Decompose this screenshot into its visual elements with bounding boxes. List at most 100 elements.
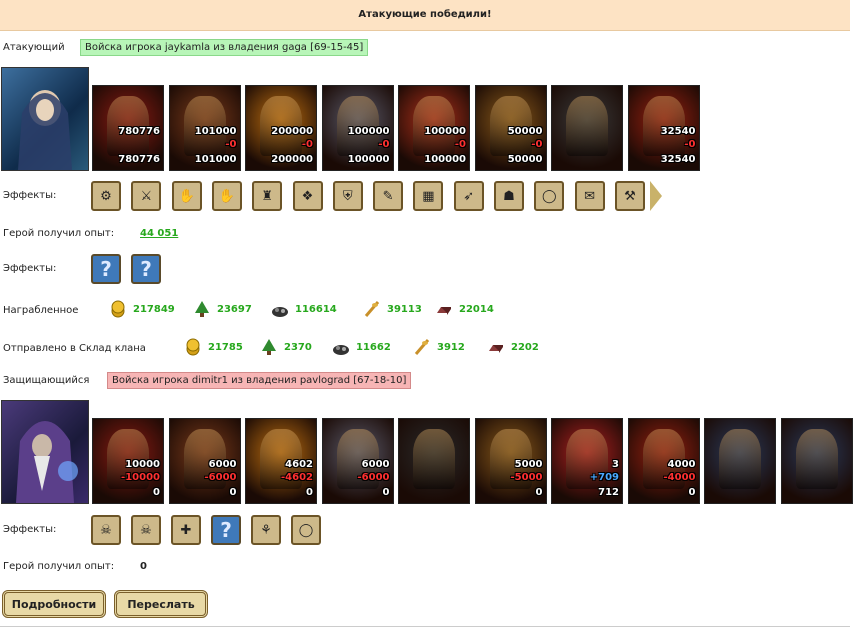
effect-icon[interactable]: ✋ — [211, 181, 242, 211]
effect-icon[interactable]: ⚔ — [131, 181, 162, 211]
details-button[interactable]: Подробности — [2, 590, 106, 618]
unit-slot[interactable]: 100000 -0 100000 — [398, 85, 470, 171]
unit-count-n1: 50000 — [507, 126, 543, 137]
effect-icon[interactable]: ▦ — [413, 181, 444, 211]
effect-icon[interactable]: ♜ — [252, 181, 283, 211]
resource-amount: 3912 — [413, 338, 465, 356]
defender-hero-portrait[interactable] — [1, 400, 89, 504]
effect-icon[interactable]: ✚ — [171, 515, 201, 545]
unit-count-n1: 3 — [612, 459, 619, 470]
unit-slot[interactable] — [398, 418, 470, 504]
unit-slot[interactable]: 6000 -6000 0 — [168, 418, 241, 504]
unit-slot[interactable]: 101000 -0 101000 — [168, 85, 241, 171]
unit-count-n1: 32540 — [660, 126, 696, 137]
unknown-effect-icon[interactable]: ? — [91, 254, 121, 284]
unit-count-n3: 780776 — [118, 154, 160, 165]
resource-value: 21785 — [208, 341, 243, 353]
resource-amount: 39113 — [363, 300, 422, 318]
defender-xp-label: Герой получил опыт: — [3, 561, 115, 572]
unit-count-n2: -0 — [301, 139, 313, 150]
divider — [0, 626, 850, 627]
effect-icon[interactable]: ✎ — [373, 181, 404, 211]
resource-amount: 2370 — [260, 338, 312, 356]
unit-count-n1: 5000 — [514, 459, 543, 470]
iron-ingot-icon — [437, 307, 451, 315]
resource-value: 39113 — [387, 303, 422, 315]
effect-icon[interactable]: ⚙ — [91, 181, 121, 211]
attacker-effects2-label: Эффекты: — [3, 263, 57, 274]
effect-icon[interactable]: ☗ — [494, 181, 524, 211]
unknown-effect-icon[interactable]: ? — [211, 515, 241, 545]
resource-amount: 23697 — [193, 300, 252, 318]
effect-icon[interactable]: ⚒ — [614, 181, 645, 211]
unit-count-n1: 4000 — [667, 459, 696, 470]
unit-slot[interactable]: 6000 -6000 0 — [321, 418, 394, 504]
gold-coins-icon — [186, 338, 200, 356]
effect-icon[interactable]: ☠ — [91, 515, 121, 545]
effect-icon[interactable]: ➶ — [453, 181, 484, 211]
unit-count-n2: -0 — [225, 139, 237, 150]
loot-label: Награбленное — [3, 305, 79, 316]
unit-count-n3: 0 — [153, 487, 160, 498]
effect-icon[interactable]: ✉ — [574, 181, 605, 211]
unknown-effect-icon[interactable]: ? — [131, 254, 161, 284]
effect-icon[interactable]: ☠ — [131, 515, 161, 545]
unit-slot[interactable]: 50000 -0 50000 — [474, 85, 547, 171]
unit-slot[interactable]: 3 +709 712 — [551, 418, 623, 504]
resource-value: 23697 — [217, 303, 252, 315]
unit-count-n1: 101000 — [194, 126, 237, 137]
unit-count-n3: 0 — [688, 487, 696, 498]
resource-value: 11662 — [356, 341, 391, 353]
resource-amount: 22014 — [435, 300, 494, 318]
defender-tag: Войска игрока dimitr1 из владения pavlog… — [107, 372, 412, 389]
effect-icon[interactable]: ◯ — [291, 515, 321, 545]
unit-count-n1: 6000 — [361, 459, 390, 470]
unit-count-n2: -0 — [454, 139, 466, 150]
unit-count-n3: 712 — [598, 487, 619, 498]
unit-count-n3: 0 — [306, 487, 313, 498]
effect-icon[interactable]: ⚘ — [251, 515, 281, 545]
iron-ingot-icon — [489, 345, 503, 353]
forward-button[interactable]: Переслать — [114, 590, 208, 618]
creature-icon — [719, 429, 761, 489]
attacker-hero-portrait[interactable] — [1, 67, 89, 171]
resource-value: 217849 — [133, 303, 175, 315]
creature-icon — [795, 429, 838, 489]
unit-slot[interactable]: 4000 -4000 0 — [627, 418, 700, 504]
effects-scroll-arrow-icon[interactable] — [650, 181, 662, 211]
battle-result-banner: Атакующие победили! — [0, 0, 850, 31]
resource-value: 3912 — [437, 341, 465, 353]
unit-count-n3: 32540 — [660, 154, 696, 165]
unit-count-n3: 200000 — [271, 154, 313, 165]
unit-slot[interactable]: 32540 -0 32540 — [627, 85, 700, 171]
unit-slot[interactable]: 100000 -0 100000 — [321, 85, 394, 171]
attacker-label: Атакующий — [3, 42, 65, 53]
unit-slot[interactable]: 200000 -0 200000 — [245, 85, 317, 171]
resource-amount: 217849 — [109, 300, 175, 318]
unit-slot[interactable]: 10000 -10000 0 — [92, 418, 164, 504]
unit-count-n1: 200000 — [271, 126, 313, 137]
unit-count-n3: 0 — [535, 487, 543, 498]
effect-icon[interactable]: ◯ — [534, 181, 565, 211]
unit-slot[interactable]: 5000 -5000 0 — [474, 418, 547, 504]
unit-count-n2: -10000 — [121, 472, 160, 483]
effect-icon[interactable]: ⛨ — [332, 181, 363, 211]
resource-value: 2202 — [511, 341, 539, 353]
unit-count-n2: -0 — [531, 139, 543, 150]
unit-count-n3: 101000 — [194, 154, 237, 165]
resource-value: 2370 — [284, 341, 312, 353]
defender-label: Защищающийся — [3, 375, 90, 386]
effect-icon[interactable]: ✋ — [171, 181, 202, 211]
unit-slot[interactable] — [551, 85, 623, 171]
unit-slot[interactable] — [704, 418, 776, 504]
unit-count-n1: 780776 — [118, 126, 160, 137]
unit-slot[interactable] — [780, 418, 853, 504]
unit-slot[interactable]: 780776 780776 — [92, 85, 164, 171]
attacker-xp-value[interactable]: 44 051 — [140, 228, 178, 239]
unit-count-n2: -6000 — [204, 472, 237, 483]
resource-amount: 2202 — [487, 338, 539, 356]
unit-slot[interactable]: 4602 -4602 0 — [245, 418, 317, 504]
effect-icon[interactable]: ❖ — [292, 181, 323, 211]
unit-count-n2: -4602 — [281, 472, 313, 483]
unit-count-n1: 100000 — [424, 126, 466, 137]
